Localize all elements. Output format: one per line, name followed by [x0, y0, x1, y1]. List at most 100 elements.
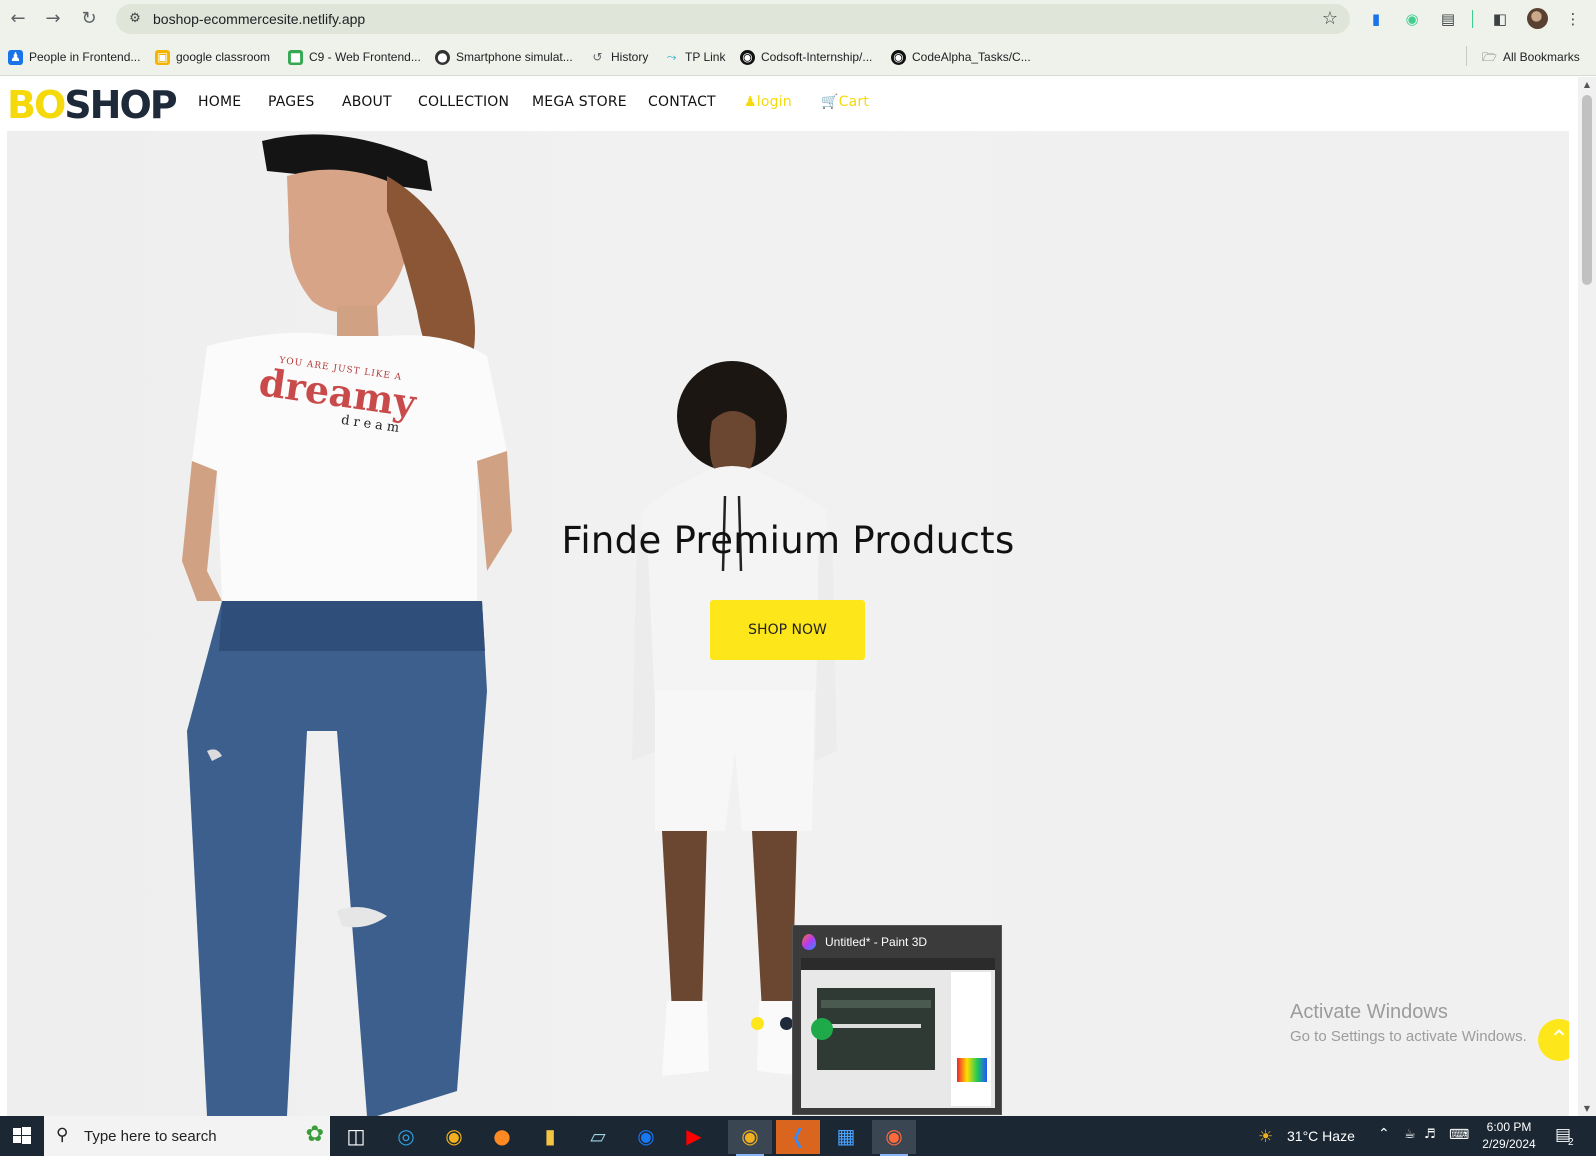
- github-icon: ◉: [740, 49, 755, 65]
- vscode-icon[interactable]: ❬: [776, 1120, 820, 1154]
- bookmark-label: Smartphone simulat...: [456, 50, 573, 64]
- scrollbar-thumb[interactable]: [1582, 95, 1592, 285]
- scroll-down-arrow-icon[interactable]: ▼: [1582, 1104, 1592, 1113]
- nav-home[interactable]: HOME: [198, 94, 241, 110]
- windows-taskbar: ⚲ Type here to search ✿ ◫ ◎ ◉ ● ▮ ▱ ◉ ▶ …: [0, 1116, 1596, 1156]
- bookmark-item[interactable]: ◉ Codsoft-Internship/...: [740, 48, 872, 66]
- bookmark-item[interactable]: ▣ google classroom: [155, 48, 270, 66]
- bookmark-item[interactable]: ● Smartphone simulat...: [435, 48, 573, 66]
- bookmark-label: Codsoft-Internship/...: [761, 50, 873, 64]
- bookmark-label: CodeAlpha_Tasks/C...: [912, 50, 1031, 64]
- nav-contact[interactable]: CONTACT: [648, 94, 716, 110]
- bookmarks-bar: ♟ People in Frontend... ▣ google classroom…: [0, 38, 1596, 76]
- hero-banner: YOU ARE JUST LIKE A dreamy dream Finde P…: [7, 131, 1569, 1116]
- bookmark-item[interactable]: ♟ People in Frontend...: [8, 48, 140, 66]
- profile-avatar[interactable]: [1527, 8, 1548, 29]
- clock[interactable]: 6:00 PM 2/29/2024: [1479, 1120, 1539, 1156]
- cart-icon: 🛒: [821, 94, 839, 110]
- extension-color-icon[interactable]: ◉: [1402, 9, 1422, 29]
- file-explorer-icon[interactable]: ▮: [528, 1120, 572, 1154]
- nav-mega-store[interactable]: MEGA STORE: [532, 94, 627, 110]
- bookmark-item[interactable]: ⤳ TP Link: [664, 48, 726, 66]
- facebook-icon[interactable]: ◉: [624, 1120, 668, 1154]
- weather-icon[interactable]: ☀: [1258, 1127, 1273, 1156]
- login-link[interactable]: ♟login: [744, 94, 792, 110]
- chrome-active-icon[interactable]: ◉: [728, 1120, 772, 1156]
- start-button[interactable]: [0, 1116, 44, 1156]
- side-panel-icon[interactable]: ◧: [1490, 9, 1510, 29]
- bookmark-item[interactable]: ↺ History: [590, 48, 648, 66]
- bookmark-label: google classroom: [176, 50, 271, 64]
- paint3d-icon: [802, 934, 816, 950]
- photos-icon[interactable]: ▦: [824, 1120, 868, 1154]
- nav-pages[interactable]: PAGES: [268, 94, 314, 110]
- chevron-up-icon: ⌃: [1548, 1025, 1569, 1053]
- site-logo[interactable]: BOSHOP: [7, 83, 178, 127]
- weather-text[interactable]: 31°C Haze: [1287, 1128, 1355, 1156]
- task-view-icon[interactable]: ◫: [334, 1120, 378, 1154]
- activate-title: Activate Windows: [1290, 1001, 1448, 1023]
- search-icon: ⚲: [56, 1125, 69, 1145]
- bookmarks-divider: [1466, 46, 1467, 66]
- volume-icon[interactable]: ♬: [1424, 1127, 1436, 1156]
- address-bar[interactable]: ⚙ boshop-ecommercesite.netlify.app ☆: [116, 4, 1350, 34]
- carousel-dot-active[interactable]: [751, 1017, 764, 1030]
- shop-now-button[interactable]: SHOP NOW: [710, 600, 865, 660]
- all-bookmarks-label: All Bookmarks: [1503, 50, 1580, 64]
- toolbar-divider: [1472, 10, 1473, 28]
- bookmark-label: TP Link: [685, 50, 726, 64]
- firefox-icon[interactable]: ●: [480, 1120, 524, 1154]
- bookmark-favicon-icon: ♟: [8, 49, 23, 65]
- url-text[interactable]: boshop-ecommercesite.netlify.app: [153, 11, 365, 27]
- page-scrollbar[interactable]: ▲ ▼: [1578, 77, 1596, 1116]
- bookmark-label: History: [611, 50, 649, 64]
- cart-link[interactable]: 🛒Cart: [821, 94, 869, 110]
- paint3d-window-preview[interactable]: Untitled* - Paint 3D: [792, 925, 1002, 1115]
- frog-decoration-icon: ✿: [305, 1122, 324, 1147]
- search-placeholder: Type here to search: [84, 1128, 217, 1145]
- browser-toolbar: ← → ↻ ⚙ boshop-ecommercesite.netlify.app…: [0, 0, 1596, 38]
- clock-time: 6:00 PM: [1486, 1120, 1532, 1134]
- menu-kebab-icon[interactable]: ⋮: [1563, 9, 1583, 29]
- all-bookmarks-button[interactable]: 🗁 All Bookmarks: [1482, 48, 1580, 66]
- nav-about[interactable]: ABOUT: [342, 94, 392, 110]
- history-icon: ↺: [592, 49, 603, 64]
- notepad-icon[interactable]: ▱: [576, 1120, 620, 1154]
- login-label: login: [756, 94, 792, 110]
- forward-arrow-icon[interactable]: →: [42, 8, 64, 30]
- chrome-icon[interactable]: ◉: [432, 1120, 476, 1154]
- activate-windows-watermark: Activate Windows Go to Settings to activ…: [1290, 1001, 1527, 1045]
- site-settings-icon[interactable]: ⚙: [126, 10, 144, 28]
- keyboard-icon[interactable]: ⌨: [1449, 1127, 1469, 1156]
- folder-icon: 🗁: [1482, 49, 1497, 64]
- taskbar-search[interactable]: ⚲ Type here to search ✿: [44, 1116, 330, 1156]
- paint3d-taskbar-icon[interactable]: ◉: [872, 1120, 916, 1156]
- extensions-puzzle-icon[interactable]: ▤: [1438, 9, 1458, 29]
- edge-icon[interactable]: ◎: [384, 1120, 428, 1154]
- bookmark-star-icon[interactable]: ☆: [1322, 8, 1338, 29]
- tplink-icon: ⤳: [666, 49, 677, 64]
- bookmark-item[interactable]: ◉ CodeAlpha_Tasks/C...: [891, 48, 1031, 66]
- bookmark-label: People in Frontend...: [29, 50, 141, 64]
- reload-icon[interactable]: ↻: [78, 8, 100, 30]
- chat-icon: ■: [288, 49, 303, 65]
- scroll-up-arrow-icon[interactable]: ▲: [1582, 80, 1592, 89]
- logo-bo: BO: [7, 83, 66, 127]
- hero-title: Finde Premium Products: [561, 519, 1015, 562]
- github-icon: ◉: [891, 49, 906, 65]
- classroom-icon: ▣: [155, 49, 170, 65]
- nav-collection[interactable]: COLLECTION: [418, 94, 509, 110]
- extension-icon[interactable]: ▮: [1366, 9, 1386, 29]
- windows-logo-icon: [13, 1127, 31, 1144]
- youtube-icon[interactable]: ▶: [672, 1120, 716, 1154]
- logo-shop: SHOP: [64, 83, 177, 127]
- wifi-icon[interactable]: ☕: [1404, 1127, 1416, 1156]
- bookmark-item[interactable]: ■ C9 - Web Frontend...: [288, 48, 421, 66]
- screen: ← → ↻ ⚙ boshop-ecommercesite.netlify.app…: [0, 0, 1596, 1156]
- back-arrow-icon[interactable]: ←: [7, 8, 29, 30]
- cart-label: Cart: [838, 94, 870, 110]
- woman-model: [182, 134, 512, 1116]
- activate-subtitle: Go to Settings to activate Windows.: [1290, 1028, 1527, 1045]
- chevron-up-tray-icon[interactable]: ⌃: [1378, 1126, 1390, 1156]
- preview-thumbnail: [801, 958, 995, 1108]
